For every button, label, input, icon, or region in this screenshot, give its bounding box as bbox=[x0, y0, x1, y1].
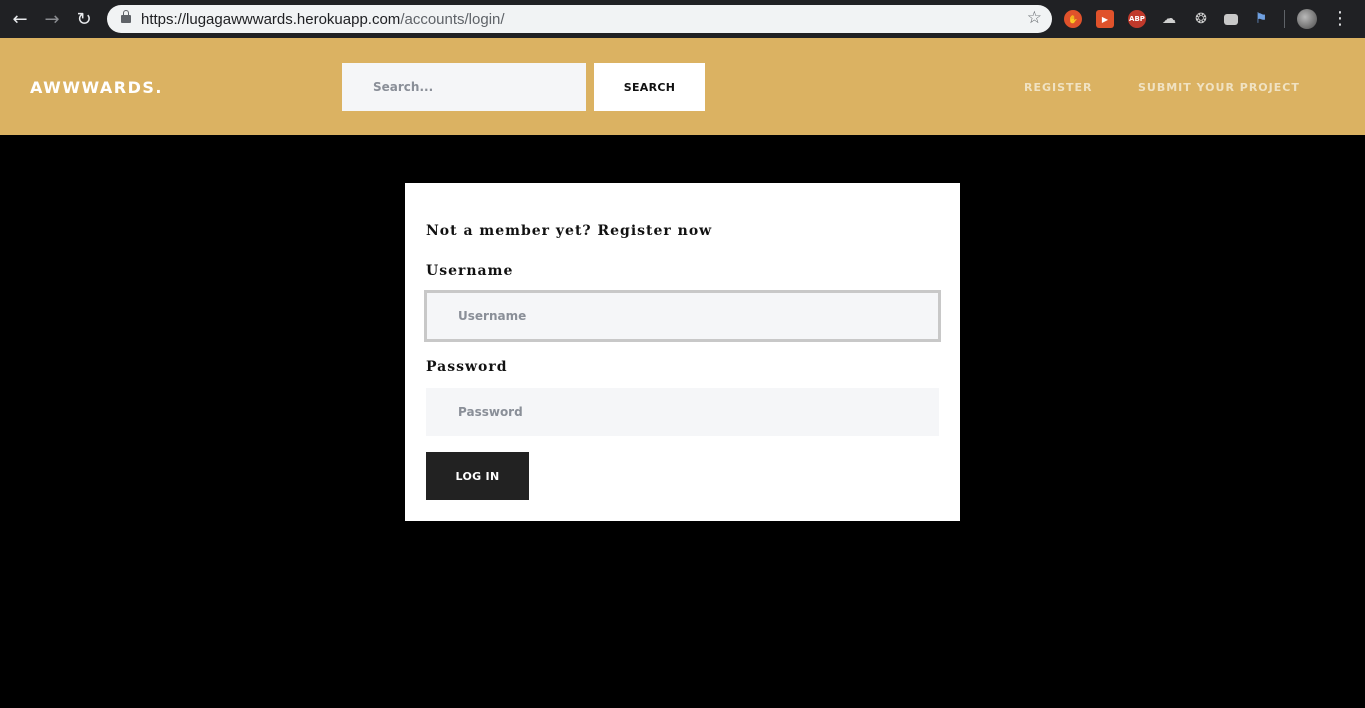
camera-icon[interactable] bbox=[1224, 13, 1238, 25]
address-bar[interactable]: https://lugagawwwards.herokuapp.com/acco… bbox=[107, 5, 1052, 33]
brand-logo[interactable]: AWWWARDS. bbox=[30, 78, 163, 97]
url-text[interactable]: https://lugagawwwards.herokuapp.com/acco… bbox=[141, 11, 505, 28]
extensions-bar: ✋ ▶ ABP ☁ ❂ ⚑ ⋮ bbox=[1064, 9, 1349, 29]
login-card: Not a member yet? Register now Username … bbox=[405, 183, 960, 521]
reload-icon[interactable]: ↻ bbox=[68, 0, 100, 38]
password-input[interactable] bbox=[426, 388, 939, 436]
nav-submit-project-link[interactable]: SUBMIT YOUR PROJECT bbox=[1138, 81, 1300, 94]
cloud-icon[interactable]: ☁ bbox=[1160, 10, 1178, 28]
search-input[interactable] bbox=[342, 63, 586, 111]
forward-arrow-icon[interactable]: → bbox=[36, 0, 68, 38]
film-icon[interactable]: ❂ bbox=[1192, 10, 1210, 28]
url-path: /accounts/login/ bbox=[400, 10, 505, 28]
login-button[interactable]: LOG IN bbox=[426, 452, 529, 500]
menu-dots-icon[interactable]: ⋮ bbox=[1331, 10, 1349, 28]
nav-register-link[interactable]: REGISTER bbox=[1024, 81, 1093, 94]
register-prompt: Not a member yet? Register now bbox=[426, 223, 712, 239]
search-button[interactable]: SEARCH bbox=[594, 63, 705, 111]
video-icon[interactable]: ▶ bbox=[1096, 10, 1114, 28]
toolbar-divider bbox=[1284, 10, 1285, 28]
bookmark-star-icon[interactable]: ☆ bbox=[1027, 8, 1042, 28]
site-header: AWWWARDS. SEARCH REGISTER SUBMIT YOUR PR… bbox=[0, 38, 1365, 135]
username-input[interactable] bbox=[424, 290, 941, 342]
hand-icon[interactable]: ✋ bbox=[1064, 10, 1082, 28]
lock-icon bbox=[121, 10, 131, 24]
browser-toolbar: ← → ↻ https://lugagawwwards.herokuapp.co… bbox=[0, 0, 1365, 38]
adblock-icon[interactable]: ABP bbox=[1128, 10, 1146, 28]
username-label: Username bbox=[426, 263, 514, 279]
profile-avatar[interactable] bbox=[1297, 9, 1317, 29]
password-label: Password bbox=[426, 359, 508, 375]
register-now-link[interactable]: Register now bbox=[598, 223, 713, 239]
flag-icon[interactable]: ⚑ bbox=[1252, 10, 1270, 28]
back-arrow-icon[interactable]: ← bbox=[4, 0, 36, 38]
url-host: https://lugagawwwards.herokuapp.com bbox=[141, 10, 401, 28]
register-prompt-text: Not a member yet? bbox=[426, 223, 598, 239]
